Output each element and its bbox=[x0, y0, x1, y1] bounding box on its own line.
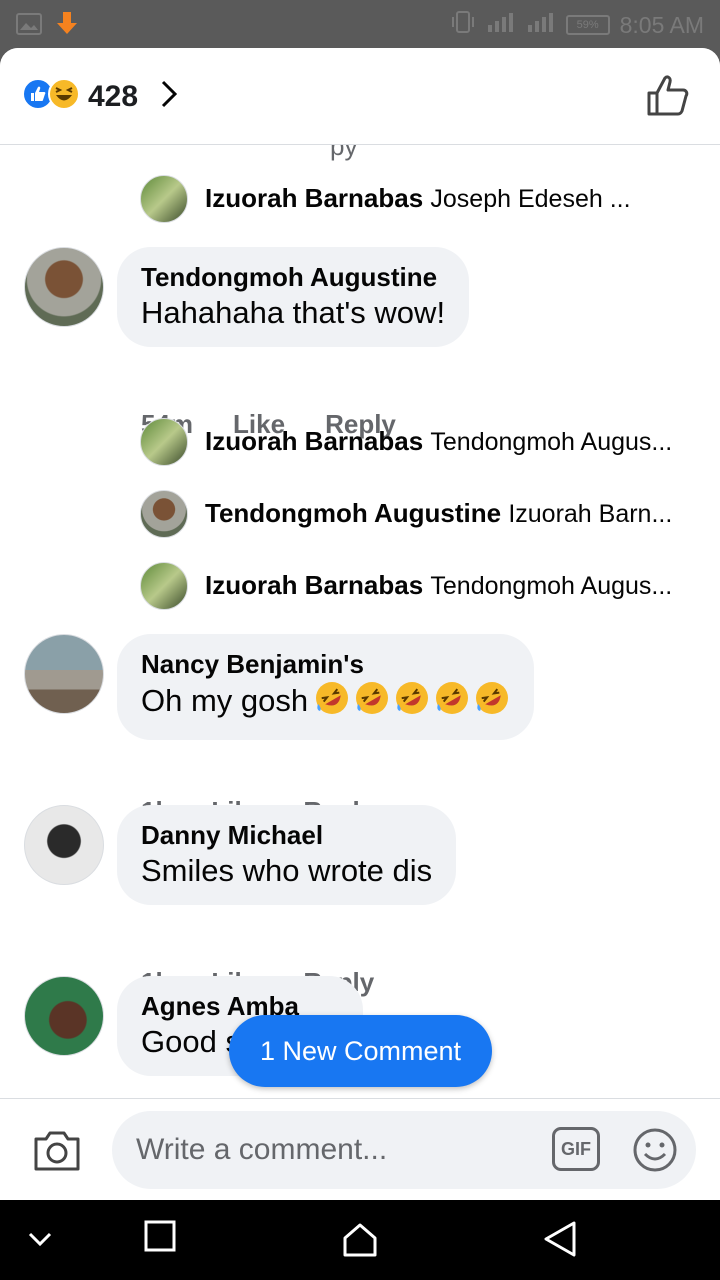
comment-author[interactable]: Danny Michael bbox=[141, 819, 432, 851]
reaction-summary[interactable]: 428 bbox=[22, 78, 178, 115]
reply-text: Tendongmoh Augus... bbox=[430, 428, 673, 456]
reply-preview[interactable]: Izuorah Barnabas Tendongmoh Augus... bbox=[205, 426, 672, 457]
avatar[interactable] bbox=[24, 634, 104, 714]
chevron-right-icon[interactable] bbox=[160, 79, 178, 114]
camera-icon[interactable] bbox=[32, 1129, 82, 1178]
avatar[interactable] bbox=[140, 562, 188, 610]
download-arrow-icon bbox=[56, 12, 78, 41]
signal-icon bbox=[526, 11, 556, 39]
comment-list[interactable]: py Izuorah Barnabas Joseph Edeseh ... Te… bbox=[0, 145, 720, 1098]
comment-text: Smiles who wrote dis bbox=[141, 853, 433, 888]
reply-author: Izuorah Barnabas bbox=[205, 426, 424, 456]
reply-text: Izuorah Barn... bbox=[508, 500, 673, 528]
like-outline-icon[interactable] bbox=[646, 74, 690, 123]
avatar[interactable] bbox=[140, 490, 188, 538]
rofl-emoji-row bbox=[314, 680, 510, 726]
home-button[interactable] bbox=[342, 1222, 378, 1263]
back-button[interactable] bbox=[542, 1220, 578, 1263]
rofl-emoji-icon bbox=[354, 680, 390, 726]
comment-bubble[interactable]: Nancy Benjamin's Oh my gosh bbox=[117, 634, 535, 740]
sheet-header: 428 bbox=[0, 48, 720, 145]
signal-icon bbox=[486, 11, 516, 39]
system-navigation-bar bbox=[0, 1200, 720, 1280]
recent-apps-button[interactable] bbox=[144, 1220, 176, 1257]
comment-text: Oh my gosh bbox=[141, 683, 309, 719]
comment-composer: GIF bbox=[0, 1098, 720, 1200]
cut-off-text: py bbox=[330, 145, 358, 161]
new-comment-button[interactable]: 1 New Comment bbox=[229, 1015, 492, 1087]
comment-text: Hahahaha that's wow! bbox=[141, 295, 446, 330]
rofl-emoji-icon bbox=[474, 680, 510, 726]
reply-author: Tendongmoh Augustine bbox=[205, 498, 502, 528]
comment-input-container[interactable]: GIF bbox=[112, 1111, 696, 1189]
comment-bubble[interactable]: Danny Michael Smiles who wrote dis bbox=[117, 805, 457, 905]
haha-reaction-icon bbox=[48, 78, 80, 115]
avatar[interactable] bbox=[24, 247, 104, 327]
image-icon bbox=[16, 13, 42, 40]
status-bar: 59% 8:05 AM bbox=[0, 0, 720, 48]
reply-preview[interactable]: Tendongmoh Augustine Izuorah Barn... bbox=[205, 498, 672, 529]
rofl-emoji-icon bbox=[314, 680, 350, 726]
comment-input[interactable] bbox=[136, 1129, 516, 1171]
avatar[interactable] bbox=[24, 976, 104, 1056]
reaction-count: 428 bbox=[88, 79, 139, 113]
comment-text-line: Oh my gosh bbox=[141, 680, 510, 726]
comment-author[interactable]: Tendongmoh Augustine bbox=[141, 261, 445, 293]
comment-author[interactable]: Nancy Benjamin's bbox=[141, 648, 510, 680]
reply-author: Izuorah Barnabas bbox=[205, 183, 424, 213]
emoji-icon[interactable] bbox=[632, 1127, 678, 1178]
status-time: 8:05 AM bbox=[619, 11, 704, 38]
vibrate-icon bbox=[450, 10, 476, 40]
reply-text: Joseph Edeseh ... bbox=[430, 185, 631, 213]
avatar[interactable] bbox=[140, 418, 188, 466]
gif-button[interactable]: GIF bbox=[552, 1127, 600, 1171]
rofl-emoji-icon bbox=[434, 680, 470, 726]
reply-preview[interactable]: Izuorah Barnabas Joseph Edeseh ... bbox=[205, 183, 631, 214]
chevron-down-icon[interactable] bbox=[24, 1226, 56, 1259]
avatar[interactable] bbox=[24, 805, 104, 885]
rofl-emoji-icon bbox=[394, 680, 430, 726]
reply-text: Tendongmoh Augus... bbox=[430, 572, 673, 600]
comment-bubble[interactable]: Tendongmoh Augustine Hahahaha that's wow… bbox=[117, 247, 470, 347]
reply-preview[interactable]: Izuorah Barnabas Tendongmoh Augus... bbox=[205, 570, 672, 601]
comments-sheet: 428 py Izuorah Barnabas Joseph Edeseh ..… bbox=[0, 48, 720, 1200]
reply-author: Izuorah Barnabas bbox=[205, 570, 424, 600]
battery-icon: 59% bbox=[565, 15, 610, 35]
avatar[interactable] bbox=[140, 175, 188, 223]
